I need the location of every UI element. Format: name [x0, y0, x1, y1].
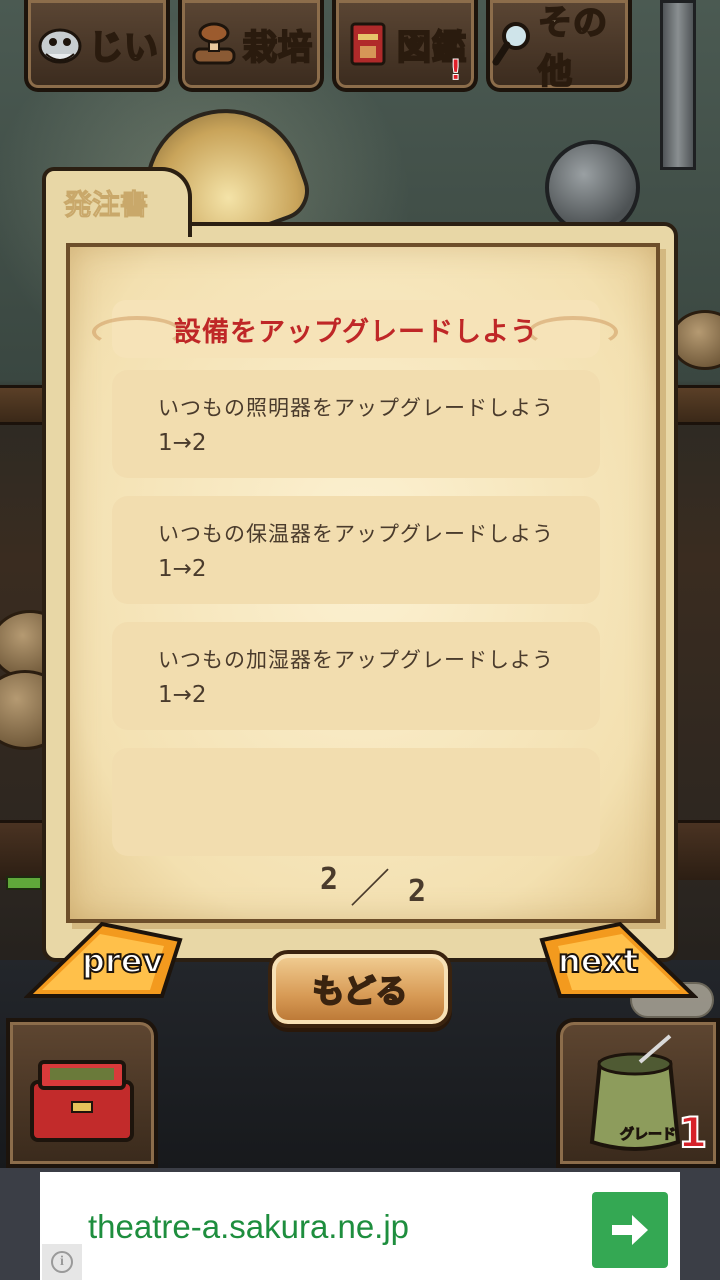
- ad-open-button[interactable]: [592, 1192, 668, 1268]
- page-indicator: 2 ／ 2: [316, 862, 436, 912]
- task-card[interactable]: いつもの照明器をアップグレードしよう 1→2: [112, 370, 600, 478]
- tab-cultivation[interactable]: 栽培: [178, 0, 324, 92]
- grade-value: 1: [677, 1107, 708, 1158]
- ad-banner[interactable]: theatre-a.sakura.ne.jp: [40, 1172, 680, 1280]
- page-current: 2: [320, 862, 339, 897]
- back-label: もどる: [311, 971, 408, 1011]
- top-nav: じい 栽培 図鑑 ! その他: [24, 0, 644, 93]
- alert-badge: !: [449, 53, 463, 87]
- tab-label: 栽培: [242, 27, 313, 69]
- page-separator: ／: [350, 866, 390, 912]
- tab-grandpa[interactable]: じい: [24, 0, 170, 92]
- task-card[interactable]: いつもの加湿器をアップグレードしよう 1→2: [112, 622, 600, 730]
- next-button[interactable]: next: [538, 920, 699, 1004]
- progress-indicator: [6, 876, 42, 890]
- magnifier-icon: [490, 19, 534, 69]
- pipe-decoration: [660, 0, 696, 170]
- grade-panel[interactable]: グレード 1: [556, 1018, 720, 1168]
- grandpa-icon: [35, 19, 85, 69]
- prev-label: prev: [81, 941, 164, 981]
- toolbox-icon: [30, 1060, 134, 1142]
- toolbox-button[interactable]: [6, 1018, 158, 1168]
- order-book-tab: 発注書: [42, 167, 192, 237]
- task-title: いつもの照明器をアップグレードしよう: [158, 396, 554, 420]
- task-title: いつもの加湿器をアップグレードしよう: [158, 648, 554, 672]
- order-book-tab-label: 発注書: [63, 188, 149, 222]
- mushroom-log-icon: [189, 19, 239, 69]
- task-title: いつもの保温器をアップグレードしよう: [158, 522, 554, 546]
- back-button[interactable]: もどる: [268, 950, 452, 1028]
- arrow-right-icon: [612, 1215, 648, 1245]
- task-level: 1→2: [158, 430, 207, 456]
- task-card[interactable]: いつもの保温器をアップグレードしよう 1→2: [112, 496, 600, 604]
- grade-label: グレード: [620, 1127, 677, 1144]
- ad-url-text[interactable]: theatre-a.sakura.ne.jp: [88, 1208, 409, 1246]
- page-total: 2: [408, 874, 427, 909]
- task-card-empty: [112, 748, 600, 856]
- order-headline: 設備をアップグレードしよう: [174, 317, 538, 348]
- next-label: next: [557, 941, 639, 981]
- info-icon: i: [51, 1251, 73, 1273]
- task-level: 1→2: [158, 556, 207, 582]
- tab-label: じい: [88, 27, 159, 69]
- tab-other[interactable]: その他: [486, 0, 632, 93]
- task-level: 1→2: [158, 682, 207, 708]
- prev-button[interactable]: prev: [23, 920, 184, 1004]
- tab-encyclopedia[interactable]: 図鑑 !: [332, 0, 478, 92]
- book-icon: [343, 19, 393, 69]
- tab-label: その他: [537, 2, 608, 93]
- ad-info-button[interactable]: i: [42, 1244, 82, 1280]
- valve-decoration: [545, 140, 640, 235]
